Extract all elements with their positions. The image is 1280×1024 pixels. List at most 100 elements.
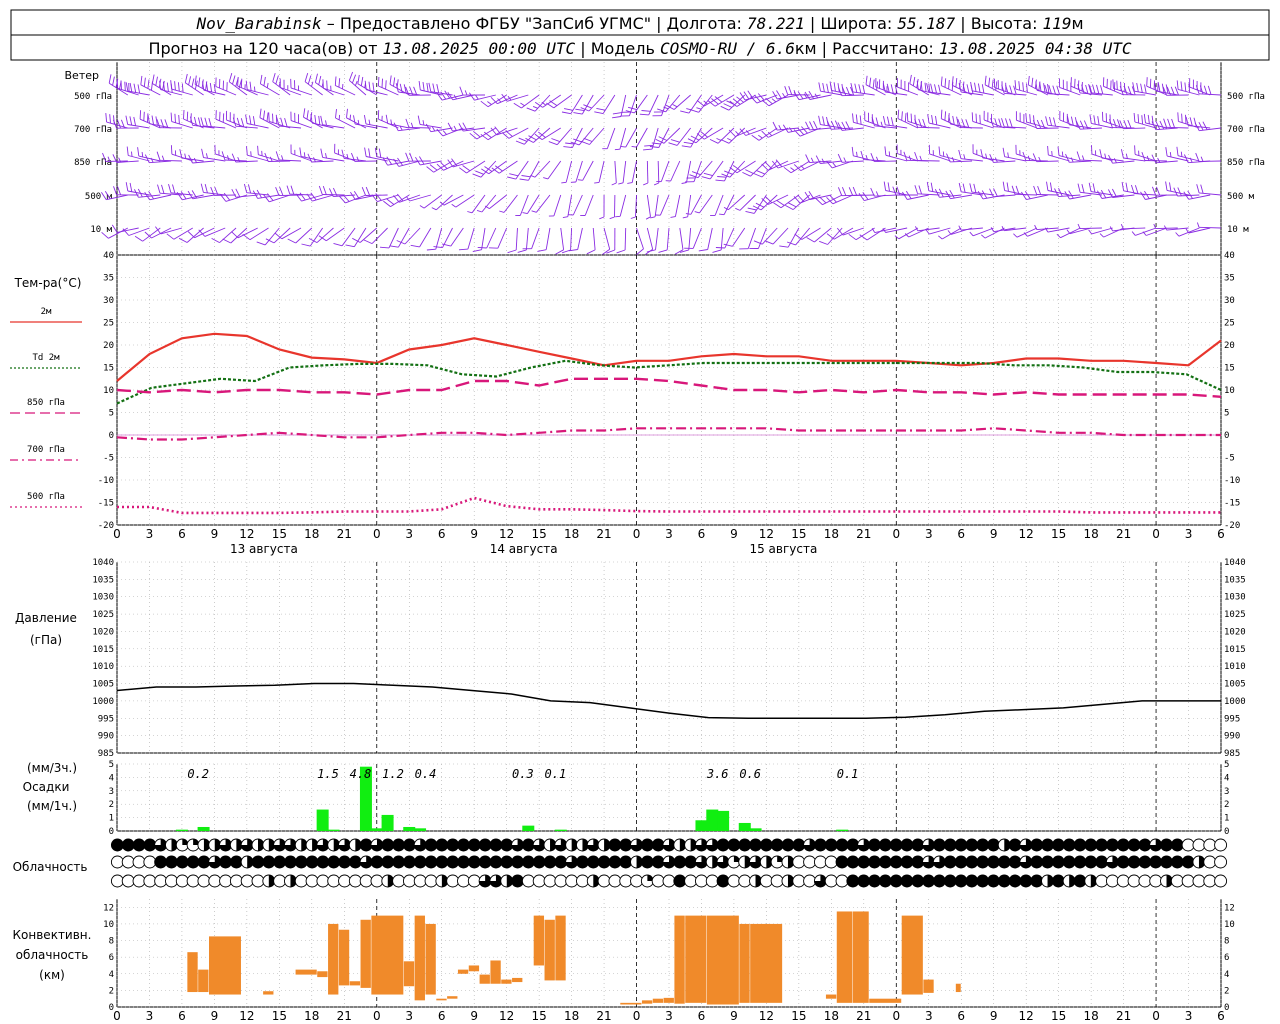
cloud-fill bbox=[825, 839, 838, 851]
wind-barb-feather bbox=[390, 119, 393, 125]
pres-y-tick-left: 1020 bbox=[92, 627, 114, 637]
conv-bar bbox=[869, 998, 902, 1003]
cloud-cell bbox=[348, 838, 362, 852]
wind-barb-feather bbox=[994, 118, 998, 128]
wind-barb-staff bbox=[686, 160, 692, 183]
wind-barb-staff bbox=[657, 160, 660, 184]
wind-barb-feather bbox=[341, 149, 345, 159]
pres-y-tick-right: 1020 bbox=[1224, 627, 1246, 637]
wind-barb bbox=[649, 127, 670, 148]
cloud-cell bbox=[197, 838, 211, 852]
cloud-fill bbox=[446, 856, 459, 868]
wind-barb-staff bbox=[1134, 90, 1157, 96]
cloud-fill bbox=[479, 856, 492, 868]
wind-barb-feather bbox=[859, 115, 862, 125]
wind-barb-feather bbox=[1027, 75, 1030, 85]
wind-barb-staff bbox=[515, 227, 518, 251]
header-line-2-part: Прогноз на 120 часа(ов) от bbox=[148, 39, 382, 58]
wind-barb bbox=[361, 186, 388, 196]
wind-barb bbox=[219, 192, 248, 202]
cloud-cell bbox=[165, 855, 178, 869]
wind-barb-feather bbox=[477, 246, 487, 249]
wind-barb bbox=[530, 160, 551, 178]
wind-barb-feather bbox=[346, 108, 348, 118]
cloud-cell bbox=[846, 855, 860, 869]
wind-barb bbox=[499, 194, 518, 213]
wind-barb-feather bbox=[306, 110, 309, 120]
cloud-cell bbox=[759, 874, 773, 888]
wind-barb-feather bbox=[383, 200, 391, 207]
wind-barb bbox=[1196, 222, 1222, 229]
wind-level-right: 500 м bbox=[1227, 192, 1255, 202]
cloud-cell bbox=[1008, 874, 1022, 888]
cloud-cell bbox=[597, 855, 611, 869]
wind-barb-feather bbox=[105, 113, 108, 123]
wind-barb-feather bbox=[451, 158, 458, 167]
wind-barb-staff bbox=[1146, 227, 1168, 236]
wind-barb-feather bbox=[848, 233, 857, 241]
conv-x-tick: 3 bbox=[925, 1009, 933, 1023]
cloud-cell bbox=[521, 838, 535, 852]
wind-barb bbox=[377, 76, 399, 96]
cloud-cell bbox=[716, 838, 730, 852]
header-line-1-part: | Высота: bbox=[955, 14, 1042, 33]
cloud-cell bbox=[922, 874, 936, 888]
wind-barb-feather bbox=[727, 137, 733, 142]
wind-barb-staff bbox=[747, 227, 757, 249]
cloud-fill bbox=[403, 856, 416, 868]
cloud-cell bbox=[889, 874, 903, 888]
cloud-cell bbox=[511, 855, 525, 869]
wind-barb-feather bbox=[521, 175, 531, 178]
wind-barb-feather bbox=[1093, 115, 1096, 125]
pres-y-tick-left: 1035 bbox=[92, 575, 114, 585]
wind-barb bbox=[211, 227, 237, 243]
cloud-cell bbox=[273, 855, 287, 869]
cloud-cell bbox=[749, 855, 762, 869]
wind-barb-staff bbox=[584, 194, 594, 216]
wind-barb bbox=[698, 227, 713, 252]
cloud-cell bbox=[662, 855, 676, 869]
cloud-fill bbox=[955, 839, 968, 851]
wind-barb bbox=[570, 160, 583, 183]
cloud-cell bbox=[1138, 874, 1152, 888]
wind-barb-feather bbox=[279, 186, 284, 196]
wind-barb-feather bbox=[252, 116, 256, 126]
wind-barb-feather bbox=[1137, 114, 1140, 124]
conv-bar bbox=[295, 969, 317, 975]
cloud-fill bbox=[1138, 856, 1151, 868]
wind-barb-feather bbox=[810, 157, 814, 163]
temp-series-3 bbox=[116, 427, 1221, 441]
cloud-circle bbox=[424, 874, 438, 888]
wind-barb-feather bbox=[685, 213, 691, 215]
wind-barb-staff bbox=[1166, 126, 1189, 129]
wind-barb-staff bbox=[757, 227, 767, 249]
wind-barb-feather bbox=[205, 82, 209, 92]
wind-barb-staff bbox=[346, 117, 367, 129]
wind-barb bbox=[405, 118, 431, 129]
cloud-cell bbox=[273, 874, 287, 888]
wind-barb-feather bbox=[735, 130, 740, 136]
wind-barb-feather bbox=[509, 173, 519, 177]
cloud-fill bbox=[760, 839, 773, 851]
wind-barb-feather bbox=[809, 121, 814, 130]
wind-barb bbox=[476, 194, 497, 213]
precip-bar bbox=[836, 829, 849, 831]
wind-barb-feather bbox=[869, 77, 872, 87]
wind-barb bbox=[1001, 118, 1027, 129]
cloud-fill bbox=[381, 856, 394, 868]
wind-barb-staff bbox=[528, 160, 540, 181]
wind-barb-feather bbox=[969, 183, 973, 193]
cloud-cell bbox=[521, 874, 535, 888]
wind-barb-feather bbox=[833, 82, 836, 92]
wind-barb-feather bbox=[357, 74, 360, 84]
cloud-circle bbox=[132, 855, 146, 869]
conv-y-tick-right: 12 bbox=[1224, 903, 1235, 913]
cloud-fill bbox=[879, 875, 892, 887]
wind-barb-feather bbox=[782, 92, 786, 98]
cloud-fill bbox=[1171, 856, 1184, 868]
wind-barb-staff bbox=[419, 227, 432, 248]
wind-barb-feather bbox=[428, 82, 432, 92]
wind-barb-feather bbox=[505, 130, 513, 137]
wind-barb-feather bbox=[249, 81, 252, 91]
wind-barb-staff bbox=[1177, 155, 1200, 162]
